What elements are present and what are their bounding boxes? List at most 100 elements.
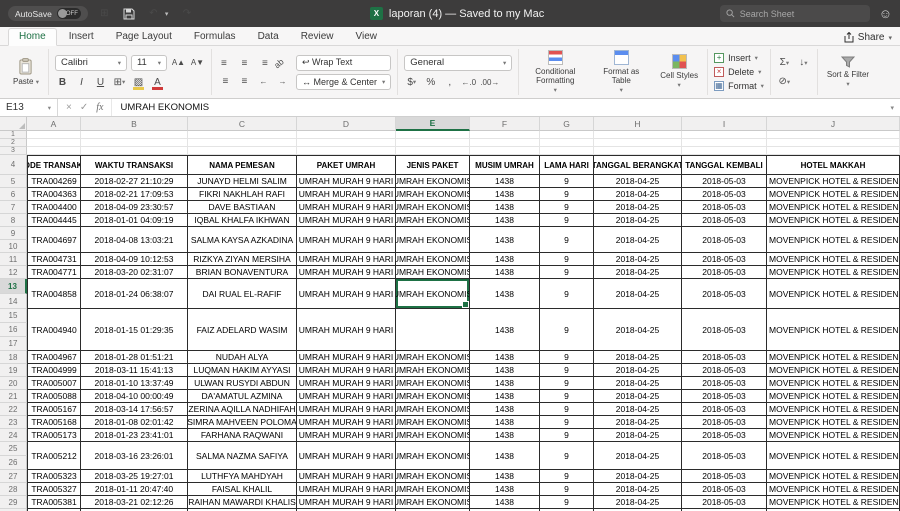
cell-B8[interactable]: 2018-01-01 04:09:19 xyxy=(81,214,188,227)
cell-H11[interactable]: 2018-04-25 xyxy=(594,253,682,266)
cell-E27[interactable]: UMRAH EKONOMIS xyxy=(396,470,470,483)
cell-A1[interactable] xyxy=(27,131,81,139)
cell-H28[interactable]: 2018-04-25 xyxy=(594,483,682,496)
cell-D6[interactable]: UMRAH MURAH 9 HARI xyxy=(297,188,396,201)
row-header-9[interactable]: 9 xyxy=(0,227,27,240)
cell-J5[interactable]: MOVENPICK HOTEL & RESIDENCE H xyxy=(767,175,900,188)
cell-A15[interactable]: TRA004940 xyxy=(27,309,81,351)
cell-J20[interactable]: MOVENPICK HOTEL & RESIDENCE H xyxy=(767,377,900,390)
cell-F29[interactable]: 1438 xyxy=(470,496,540,509)
cell-F1[interactable] xyxy=(470,131,540,139)
row-header-14[interactable]: 14 xyxy=(0,294,27,309)
save-icon[interactable] xyxy=(123,8,135,20)
account-smiley-icon[interactable]: ☺ xyxy=(879,6,892,21)
row-header-18[interactable]: 18 xyxy=(0,351,27,364)
cell-H21[interactable]: 2018-04-25 xyxy=(594,390,682,403)
cell-G22[interactable]: 9 xyxy=(540,403,594,416)
row-header-23[interactable]: 23 xyxy=(0,416,27,429)
cell-A23[interactable]: TRA005168 xyxy=(27,416,81,429)
fill-down-icon[interactable]: ↓▾ xyxy=(796,55,811,70)
name-box[interactable]: E13 ▾ xyxy=(0,99,58,116)
cell-C2[interactable] xyxy=(188,139,297,147)
cell-C9[interactable]: SALMA KAYSA AZKADINA xyxy=(188,227,297,253)
cell-B12[interactable]: 2018-03-20 02:31:07 xyxy=(81,266,188,279)
cell-G29[interactable]: 9 xyxy=(540,496,594,509)
col-header-A[interactable]: A xyxy=(27,117,81,131)
cell-C3[interactable] xyxy=(188,147,297,155)
row-header-5[interactable]: 5 xyxy=(0,175,27,188)
cell-D7[interactable]: UMRAH MURAH 9 HARI xyxy=(297,201,396,214)
cell-G27[interactable]: 9 xyxy=(540,470,594,483)
cancel-entry-icon[interactable]: × xyxy=(66,102,72,113)
redo-icon[interactable]: ↷ xyxy=(179,6,194,21)
cell-C5[interactable]: JUNAYD HELMI SALIM xyxy=(188,175,297,188)
cell-I6[interactable]: 2018-05-03 xyxy=(682,188,767,201)
cell-C24[interactable]: FARHANA RAQWANI xyxy=(188,429,297,442)
align-center-icon[interactable]: ≡ xyxy=(237,56,252,71)
col-header-I[interactable]: I xyxy=(682,117,767,131)
cell-J22[interactable]: MOVENPICK HOTEL & RESIDENCE H xyxy=(767,403,900,416)
cell-F3[interactable] xyxy=(470,147,540,155)
cell-E12[interactable]: UMRAH EKONOMIS xyxy=(396,266,470,279)
cell-J23[interactable]: MOVENPICK HOTEL & RESIDENCE H xyxy=(767,416,900,429)
cell-F11[interactable]: 1438 xyxy=(470,253,540,266)
col-header-G[interactable]: G xyxy=(540,117,594,131)
cell-D3[interactable] xyxy=(297,147,396,155)
row-header-17[interactable]: 17 xyxy=(0,337,27,351)
cell-E11[interactable]: UMRAH EKONOMIS xyxy=(396,253,470,266)
cell-E3[interactable] xyxy=(396,147,470,155)
cell-I7[interactable]: 2018-05-03 xyxy=(682,201,767,214)
cell-I3[interactable] xyxy=(682,147,767,155)
cell-C28[interactable]: FAISAL KHALIL xyxy=(188,483,297,496)
cell-B21[interactable]: 2018-04-10 00:00:49 xyxy=(81,390,188,403)
cell-H2[interactable] xyxy=(594,139,682,147)
cell-J1[interactable] xyxy=(767,131,900,139)
borders-icon[interactable]: ⊞▾ xyxy=(112,75,127,90)
undo-icon[interactable]: ↶ xyxy=(146,6,161,21)
cell-B13[interactable]: 2018-01-24 06:38:07 xyxy=(81,279,188,309)
cell-E7[interactable]: UMRAH EKONOMIS xyxy=(396,201,470,214)
merge-center-button[interactable]: ↔ Merge & Center ▾ xyxy=(296,74,391,90)
cell-J6[interactable]: MOVENPICK HOTEL & RESIDENCE H xyxy=(767,188,900,201)
cell-D18[interactable]: UMRAH MURAH 9 HARI xyxy=(297,351,396,364)
cell-I1[interactable] xyxy=(682,131,767,139)
cell-G13[interactable]: 9 xyxy=(540,279,594,309)
insert-function-icon[interactable]: fx xyxy=(96,102,103,113)
cell-A21[interactable]: TRA005088 xyxy=(27,390,81,403)
row-header-8[interactable]: 8 xyxy=(0,214,27,227)
cell-D13[interactable]: UMRAH MURAH 9 HARI xyxy=(297,279,396,309)
cell-J25[interactable]: MOVENPICK HOTEL & RESIDENCE H xyxy=(767,442,900,470)
cell-G11[interactable]: 9 xyxy=(540,253,594,266)
italic-button[interactable]: I xyxy=(74,75,89,90)
cell-E9[interactable]: UMRAH EKONOMIS xyxy=(396,227,470,253)
cell-G1[interactable] xyxy=(540,131,594,139)
cell-E8[interactable]: UMRAH EKONOMIS xyxy=(396,214,470,227)
cell-E15[interactable] xyxy=(396,309,470,351)
cell-B27[interactable]: 2018-03-25 19:27:01 xyxy=(81,470,188,483)
cell-A24[interactable]: TRA005173 xyxy=(27,429,81,442)
currency-format-icon[interactable]: $▾ xyxy=(404,75,419,90)
cell-B25[interactable]: 2018-03-16 23:26:01 xyxy=(81,442,188,470)
app-grid-icon[interactable]: ⊞ xyxy=(97,6,112,21)
cell-D21[interactable]: UMRAH MURAH 9 HARI xyxy=(297,390,396,403)
row-header-25[interactable]: 25 xyxy=(0,442,27,456)
cell-C6[interactable]: FIKRI NAKHLAH RAFI xyxy=(188,188,297,201)
cell-I18[interactable]: 2018-05-03 xyxy=(682,351,767,364)
cell-F27[interactable]: 1438 xyxy=(470,470,540,483)
wrap-text-button[interactable]: ↩ Wrap Text xyxy=(296,55,391,71)
cell-J8[interactable]: MOVENPICK HOTEL & RESIDENCE H xyxy=(767,214,900,227)
cell-A13[interactable]: TRA004858 xyxy=(27,279,81,309)
cell-G12[interactable]: 9 xyxy=(540,266,594,279)
cell-F7[interactable]: 1438 xyxy=(470,201,540,214)
share-button[interactable]: Share ▾ xyxy=(844,32,892,45)
tab-home[interactable]: Home xyxy=(8,28,57,46)
tab-insert[interactable]: Insert xyxy=(59,29,104,45)
cell-D29[interactable]: UMRAH MURAH 9 HARI xyxy=(297,496,396,509)
align-top-icon[interactable]: ≡ xyxy=(218,74,233,89)
cell-I21[interactable]: 2018-05-03 xyxy=(682,390,767,403)
cell-C11[interactable]: RIZKYA ZIYAN MERSIHA xyxy=(188,253,297,266)
cell-I8[interactable]: 2018-05-03 xyxy=(682,214,767,227)
row-header-29[interactable]: 29 xyxy=(0,496,27,509)
row-header-26[interactable]: 26 xyxy=(0,456,27,470)
cell-B9[interactable]: 2018-04-08 13:03:21 xyxy=(81,227,188,253)
